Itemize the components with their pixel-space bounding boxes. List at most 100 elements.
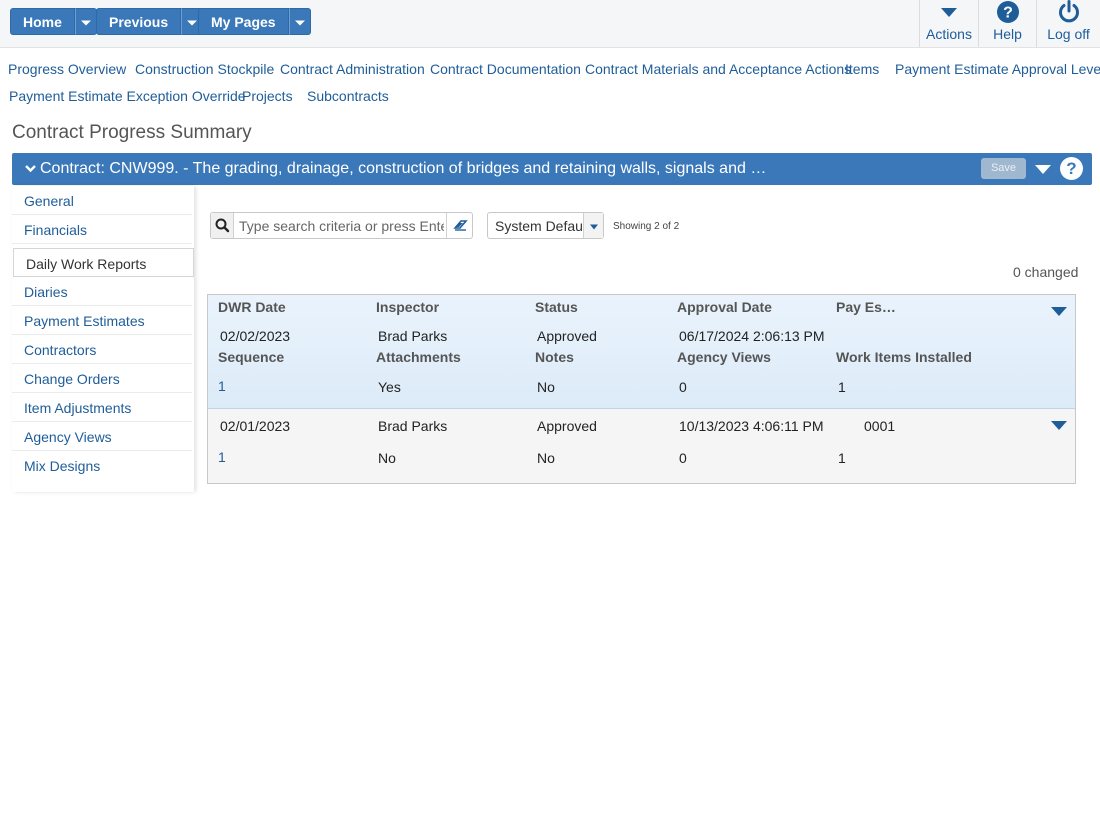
cell-agency-views: 0	[679, 450, 687, 466]
link-payment-estimate-approval-levels[interactable]: Payment Estimate Approval Levels	[895, 61, 1100, 77]
link-contract-administration[interactable]: Contract Administration	[280, 61, 425, 77]
cell-pay-estimate: 0001	[864, 418, 896, 434]
search-icon	[215, 218, 230, 233]
my-pages-dropdown-button[interactable]	[288, 8, 311, 35]
link-subcontracts[interactable]: Subcontracts	[307, 88, 389, 104]
cell-notes: No	[537, 450, 555, 466]
column-header-sequence[interactable]: Sequence	[218, 349, 284, 365]
sidenav-item-label: Change Orders	[24, 371, 120, 387]
daily-work-reports-table: DWR Date Inspector Status Approval Date …	[207, 294, 1076, 484]
sidenav-item-label: Financials	[24, 222, 88, 238]
table-row[interactable]: 02/01/2023 Brad Parks Approved 10/13/202…	[208, 409, 1075, 483]
sidenav-item-agency-views[interactable]: Agency Views	[12, 422, 192, 451]
cell-dwr-date: 02/01/2023	[220, 418, 291, 434]
link-payment-estimate-exception-override[interactable]: Payment Estimate Exception Override	[9, 88, 246, 104]
sidenav-item-item-adjustments[interactable]: Item Adjustments	[12, 393, 192, 422]
cell-sequence-link[interactable]: 1	[218, 378, 226, 394]
cell-inspector: Brad Parks	[378, 328, 448, 344]
cell-approval-date: 06/17/2024 2:06:13 PM	[679, 328, 825, 344]
row-expand-icon[interactable]	[1051, 307, 1067, 316]
cell-status: Approved	[537, 418, 597, 434]
cell-attachments: Yes	[378, 379, 401, 395]
home-button[interactable]: Home	[10, 8, 75, 35]
column-header-attachments[interactable]: Attachments	[376, 349, 461, 365]
record-count: Showing 2 of 2	[613, 221, 680, 232]
log-off-label: Log off	[1047, 26, 1090, 42]
sidenav-item-label: Item Adjustments	[24, 400, 132, 416]
sidenav-item-mix-designs[interactable]: Mix Designs	[12, 451, 192, 480]
side-navigation: General Financials Daily Work Reports Di…	[12, 186, 194, 492]
help-button[interactable]: ? Help	[978, 0, 1036, 47]
search-box	[210, 212, 473, 239]
home-dropdown-button[interactable]	[74, 8, 97, 35]
sidenav-item-label: Diaries	[24, 284, 68, 300]
sidenav-item-contractors[interactable]: Contractors	[12, 335, 192, 364]
chevron-down-icon	[294, 20, 305, 25]
save-button[interactable]: Save	[981, 158, 1026, 179]
previous-button[interactable]: Previous	[96, 8, 182, 35]
sidenav-item-label: Daily Work Reports	[26, 256, 147, 272]
contract-header-bar: Contract: CNW999. - The grading, drainag…	[12, 153, 1092, 185]
view-select-value: System Default	[495, 218, 590, 234]
chevron-down-icon[interactable]	[24, 162, 37, 175]
page-title: Contract Progress Summary	[12, 122, 252, 143]
power-icon	[1058, 0, 1079, 23]
sidenav-item-label: Mix Designs	[24, 458, 101, 474]
sidenav-item-label: Agency Views	[24, 429, 112, 445]
sidenav-item-change-orders[interactable]: Change Orders	[12, 364, 192, 393]
home-button-group: Home	[10, 8, 97, 35]
help-icon: ?	[996, 1, 1019, 23]
column-header-pay-estimate[interactable]: Pay Es…	[836, 299, 896, 315]
column-header-agency-views[interactable]: Agency Views	[677, 349, 771, 365]
sidenav-item-label: Payment Estimates	[24, 313, 145, 329]
link-contract-documentation[interactable]: Contract Documentation	[430, 61, 581, 77]
column-header-status[interactable]: Status	[535, 299, 578, 315]
sidenav-item-general[interactable]: General	[12, 186, 192, 215]
sidenav-item-payment-estimates[interactable]: Payment Estimates	[12, 306, 192, 335]
link-items[interactable]: Items	[845, 61, 879, 77]
log-off-button[interactable]: Log off	[1036, 0, 1100, 47]
link-projects[interactable]: Projects	[242, 88, 293, 104]
search-input[interactable]	[239, 216, 444, 235]
link-progress-overview[interactable]: Progress Overview	[8, 61, 126, 77]
previous-button-group: Previous	[96, 8, 204, 35]
column-header-work-items-installed[interactable]: Work Items Installed	[836, 349, 972, 365]
clear-search-button[interactable]	[446, 213, 472, 238]
chevron-down-icon	[589, 224, 598, 229]
cell-work-items-installed: 1	[838, 379, 846, 395]
column-header-approval-date[interactable]: Approval Date	[677, 299, 772, 315]
my-pages-button[interactable]: My Pages	[198, 8, 289, 35]
eraser-icon	[453, 220, 468, 231]
cell-status: Approved	[537, 328, 597, 344]
cell-agency-views: 0	[679, 379, 687, 395]
column-header-dwr-date[interactable]: DWR Date	[218, 299, 286, 315]
caret-down-icon	[941, 8, 957, 17]
search-button[interactable]	[211, 213, 234, 238]
view-select[interactable]: System Default	[487, 212, 604, 239]
actions-menu-button[interactable]: Actions	[919, 0, 978, 47]
cell-notes: No	[537, 379, 555, 395]
changed-count: 0 changed	[1013, 264, 1079, 280]
sidenav-item-diaries[interactable]: Diaries	[12, 277, 192, 306]
mypages-button-group: My Pages	[198, 8, 311, 35]
table-row[interactable]: DWR Date Inspector Status Approval Date …	[208, 295, 1075, 409]
link-contract-materials[interactable]: Contract Materials and Acceptance Action…	[585, 61, 851, 77]
cell-sequence-link[interactable]: 1	[218, 449, 226, 465]
svg-text:?: ?	[1003, 5, 1013, 22]
component-menu-icon[interactable]	[1035, 165, 1051, 174]
help-icon[interactable]: ?	[1060, 157, 1083, 180]
chevron-down-icon	[80, 20, 91, 25]
sidenav-item-daily-work-reports[interactable]: Daily Work Reports	[13, 248, 194, 277]
cell-dwr-date: 02/02/2023	[220, 328, 291, 344]
link-construction-stockpile[interactable]: Construction Stockpile	[135, 61, 274, 77]
cell-approval-date: 10/13/2023 4:06:11 PM	[679, 418, 824, 434]
cell-inspector: Brad Parks	[378, 418, 448, 434]
row-expand-icon[interactable]	[1051, 421, 1067, 430]
cell-attachments: No	[378, 450, 396, 466]
help-label: Help	[993, 26, 1022, 42]
sidenav-item-financials[interactable]: Financials	[12, 215, 192, 244]
view-select-dropdown[interactable]	[583, 213, 603, 238]
column-header-inspector[interactable]: Inspector	[376, 299, 439, 315]
column-header-notes[interactable]: Notes	[535, 349, 574, 365]
actions-label: Actions	[926, 26, 972, 42]
